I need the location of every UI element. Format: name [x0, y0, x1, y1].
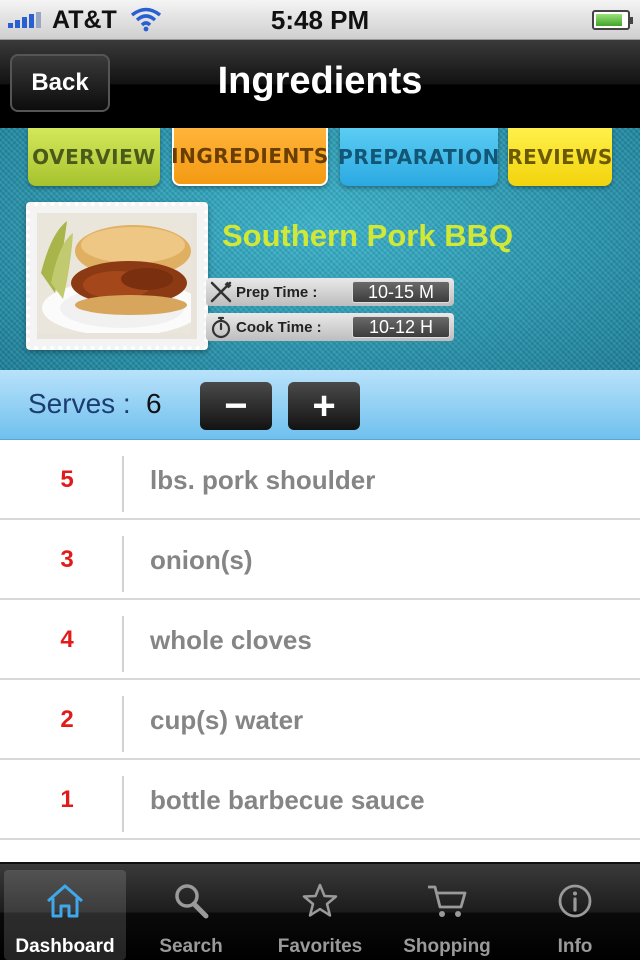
row-divider: [122, 536, 124, 592]
ingredient-name: lbs. pork shoulder: [150, 464, 376, 495]
ingredient-quantity: 2: [60, 706, 74, 733]
tab-overview[interactable]: OVERVIEW: [28, 128, 160, 186]
increase-serves-button[interactable]: +: [288, 382, 360, 430]
status-time: 5:48 PM: [270, 5, 370, 35]
star-icon: [259, 878, 381, 924]
row-divider: [122, 616, 124, 672]
row-divider: [122, 776, 124, 832]
cook-time-value: 10-12 H: [352, 316, 450, 338]
ingredient-row[interactable]: 5 lbs. pork shoulder: [0, 440, 640, 520]
recipe-header: OVERVIEW INGREDIENTS PREPARATION REVIEWS…: [0, 128, 640, 370]
tab-bar-label: Dashboard: [15, 936, 115, 957]
tab-bar-search[interactable]: Search: [130, 870, 252, 960]
tab-bar-label: Favorites: [277, 936, 363, 957]
ingredient-row[interactable]: 3 onion(s): [0, 520, 640, 600]
info-icon: [514, 878, 636, 924]
house-icon: [4, 878, 126, 924]
tab-bar-label: Shopping: [403, 936, 491, 957]
ingredient-name: cup(s) water: [150, 704, 304, 735]
ingredient-name: bottle barbecue sauce: [150, 784, 425, 815]
tab-bar-dashboard[interactable]: Dashboard: [4, 870, 126, 960]
ingredient-row[interactable]: 4 whole cloves: [0, 600, 640, 680]
prep-time-label: Prep Time :: [236, 283, 318, 301]
utensils-icon: [206, 278, 236, 306]
row-divider: [122, 696, 124, 752]
ingredient-row[interactable]: 1 bottle barbecue sauce: [0, 760, 640, 840]
row-divider: [122, 456, 124, 512]
ingredient-name: onion(s): [150, 544, 253, 575]
tab-preparation[interactable]: PREPARATION: [338, 128, 499, 186]
battery-icon: [592, 10, 633, 30]
decrease-serves-button[interactable]: −: [200, 382, 272, 430]
tab-bar-label: Search: [159, 936, 223, 957]
magnifier-icon: [130, 878, 252, 924]
ingredient-quantity: 3: [60, 546, 74, 573]
serves-bar: Serves : 6 − +: [0, 370, 640, 440]
tab-bar-label: Info: [557, 936, 593, 957]
serves-label: Serves :: [28, 388, 131, 419]
cart-icon: [386, 878, 508, 924]
tab-bar-favorites[interactable]: Favorites: [259, 870, 381, 960]
recipe-photo: [37, 213, 197, 339]
ingredient-quantity: 1: [60, 786, 74, 813]
serves-count: 6: [146, 388, 162, 419]
ingredient-quantity: 4: [60, 626, 74, 653]
stopwatch-icon: [206, 313, 236, 341]
ingredient-name: whole cloves: [150, 624, 312, 655]
battery-level: [596, 14, 622, 26]
tab-bar: Dashboard Search Favorites Shopping Info: [0, 862, 640, 960]
cook-time-row: Cook Time : 10-12 H: [206, 313, 454, 341]
ingredient-quantity: 5: [60, 466, 74, 493]
ingredient-list: 5 lbs. pork shoulder 3 onion(s) 4 whole …: [0, 440, 640, 862]
page-title: Ingredients: [217, 60, 423, 102]
recipe-photo-frame: [26, 202, 208, 350]
prep-time-row: Prep Time : 10-15 M: [206, 278, 454, 306]
cook-time-label: Cook Time :: [236, 318, 322, 336]
tab-reviews[interactable]: REVIEWS: [507, 128, 612, 186]
tab-bar-shopping[interactable]: Shopping: [386, 870, 508, 960]
tab-bar-info[interactable]: Info: [514, 870, 636, 960]
ingredient-row[interactable]: 2 cup(s) water: [0, 680, 640, 760]
navigation-bar: Back Ingredients: [0, 40, 640, 128]
tab-ingredients[interactable]: INGREDIENTS: [171, 128, 328, 186]
recipe-title: Southern Pork BBQ: [222, 218, 514, 253]
status-bar: AT&T 5:48 PM: [0, 0, 640, 40]
prep-time-value: 10-15 M: [352, 281, 450, 303]
